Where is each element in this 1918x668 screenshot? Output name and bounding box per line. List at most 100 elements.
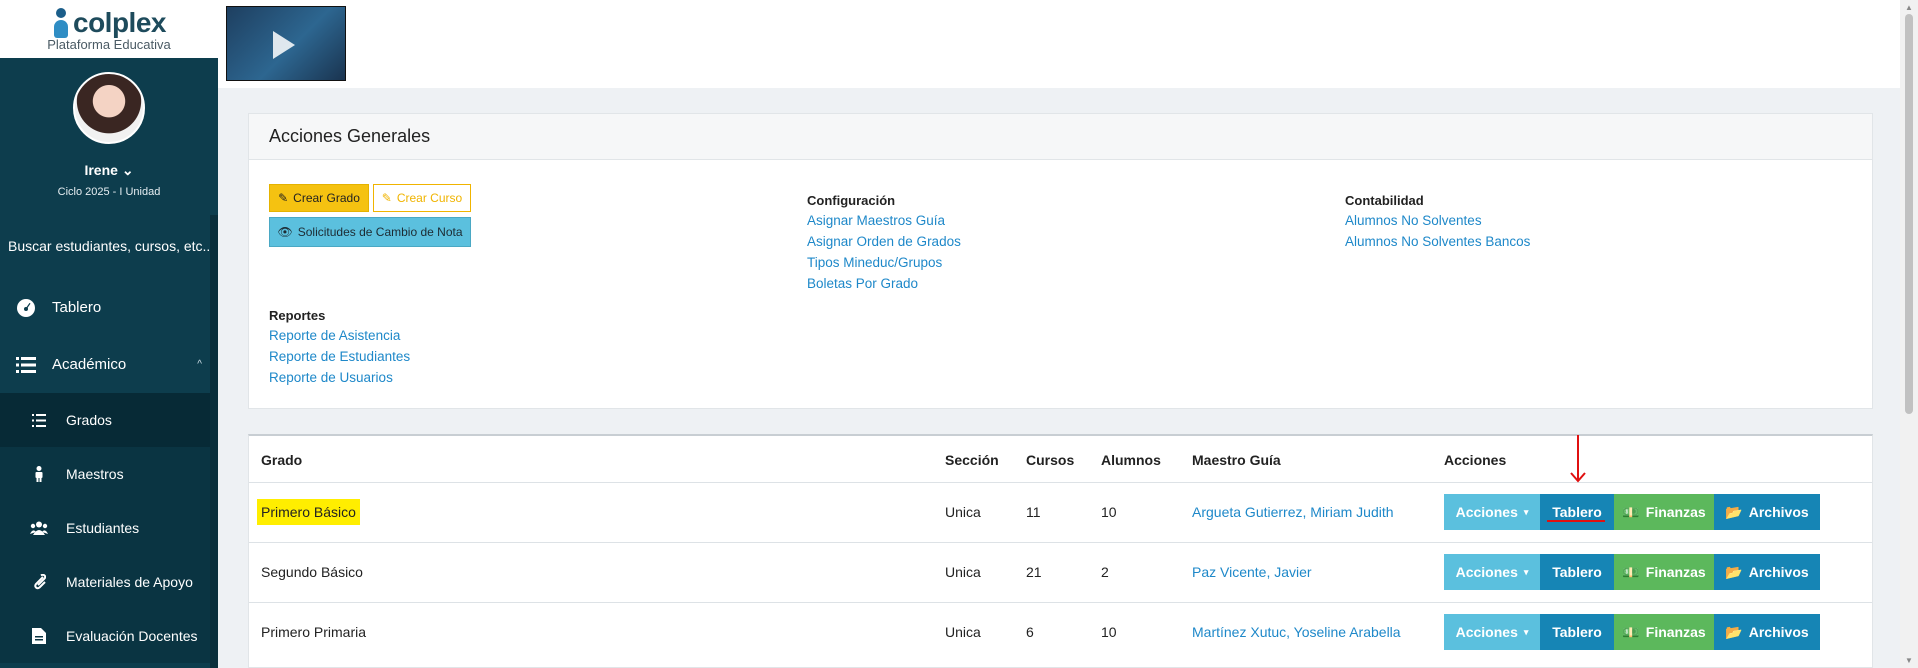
table-row: Primero Primaria Unica 6 10 Martínez Xut… [249, 602, 1872, 662]
tablero-button[interactable]: Tablero [1540, 614, 1614, 650]
archivos-button[interactable]: 📂 Archivos [1714, 554, 1820, 590]
sidebar-item-academico[interactable]: Académico ^ [0, 336, 218, 393]
sidebar-search[interactable]: Buscar estudiantes, cursos, etc... [0, 213, 218, 279]
sidebar-item-label: Académico [52, 356, 127, 373]
money-icon: 💵 [1622, 563, 1640, 580]
sidebar-subitem-label: Estudiantes [66, 520, 140, 536]
scroll-down-icon[interactable]: ▼ [1905, 656, 1913, 665]
dashboard-icon [14, 296, 38, 320]
scrollbar-thumb[interactable] [1905, 14, 1913, 414]
cell-seccion: Unica [945, 624, 981, 640]
button-label: Crear Grado [293, 191, 360, 205]
button-label: Tablero [1552, 504, 1602, 520]
colplex-logo-icon [52, 7, 70, 38]
grades-table: Grado Sección Cursos Alumnos Maestro Guí… [248, 434, 1873, 668]
link-boletas[interactable]: Boletas Por Grado [807, 276, 918, 291]
user-profile: Irene ⌄ Ciclo 2025 - I Unidad [0, 58, 218, 213]
cell-seccion: Unica [945, 564, 981, 580]
annotation-underline [1547, 520, 1605, 522]
reportes-title: Reportes [269, 308, 326, 323]
sidebar-subitem-materiales[interactable]: Materiales de Apoyo [0, 555, 218, 609]
button-label: Archivos [1748, 504, 1809, 520]
tablero-button[interactable]: Tablero [1540, 554, 1614, 590]
header-acciones: Acciones [1444, 452, 1507, 468]
cell-cursos: 21 [1026, 564, 1042, 580]
link-no-solventes[interactable]: Alumnos No Solventes [1345, 213, 1482, 228]
finanzas-button[interactable]: 💵 Finanzas [1614, 554, 1714, 590]
cell-cursos: 6 [1026, 624, 1034, 640]
button-label: Acciones [1455, 504, 1518, 520]
link-reporte-estudiantes[interactable]: Reporte de Estudiantes [269, 349, 410, 364]
folder-open-icon: 📂 [1725, 503, 1743, 520]
scroll-up-icon[interactable]: ▲ [1905, 3, 1913, 12]
user-menu-toggle[interactable]: Irene ⌄ [84, 162, 133, 179]
cell-grado: Segundo Básico [261, 564, 363, 580]
brand-logo[interactable]: colplex Plataforma Educativa [0, 0, 218, 58]
caret-down-icon: ▾ [1523, 506, 1529, 517]
header-seccion: Sección [945, 452, 999, 468]
video-thumbnail[interactable] [226, 6, 346, 81]
button-label: Finanzas [1645, 624, 1706, 640]
header-grado: Grado [261, 452, 303, 468]
chevron-down-icon: ⌄ [121, 162, 134, 178]
table-row: Primero Básico Unica 11 10 Argueta Gutie… [249, 482, 1872, 542]
link-no-solventes-bancos[interactable]: Alumnos No Solventes Bancos [1345, 234, 1530, 249]
link-asignar-maestros[interactable]: Asignar Maestros Guía [807, 213, 945, 228]
cell-maestro-link[interactable]: Paz Vicente, Javier [1192, 564, 1312, 580]
button-label: Crear Curso [396, 191, 463, 205]
edit-icon: ✎ [278, 191, 289, 205]
folder-open-icon: 📂 [1725, 623, 1743, 640]
folder-open-icon: 📂 [1725, 563, 1743, 580]
play-icon [273, 31, 295, 59]
sidebar-subitem-label: Evaluación Docentes [66, 628, 198, 644]
users-icon [30, 521, 48, 535]
money-icon: 💵 [1622, 623, 1640, 640]
finanzas-button[interactable]: 💵 Finanzas [1614, 494, 1714, 530]
sidebar-subitem-estudiantes[interactable]: Estudiantes [0, 501, 218, 555]
button-label: Archivos [1748, 624, 1809, 640]
paperclip-icon [30, 574, 48, 590]
cell-maestro-link[interactable]: Argueta Gutierrez, Miriam Judith [1192, 504, 1394, 520]
button-label: Finanzas [1645, 504, 1706, 520]
cell-maestro-link[interactable]: Martínez Xutuc, Yoseline Arabella [1192, 624, 1401, 640]
link-asignar-orden[interactable]: Asignar Orden de Grados [807, 234, 961, 249]
header-cursos: Cursos [1026, 452, 1075, 468]
general-actions-panel: Acciones Generales ✎ Crear Grado ✎ Crear… [248, 113, 1873, 409]
crear-grado-button[interactable]: ✎ Crear Grado [269, 184, 369, 212]
avatar[interactable] [73, 72, 145, 144]
sidebar: colplex Plataforma Educativa Irene ⌄ Cic… [0, 0, 218, 668]
edit-icon: ✎ [381, 191, 392, 205]
cell-alumnos: 10 [1101, 624, 1117, 640]
chevron-up-icon: ^ [197, 359, 202, 370]
sidebar-subitem-evaluacion[interactable]: Evaluación Docentes [0, 609, 218, 663]
sidebar-subitem-label: Maestros [66, 466, 124, 482]
sidebar-scrollbar[interactable] [210, 215, 218, 668]
highlighted-grado: Primero Básico [257, 499, 360, 525]
link-reporte-asistencia[interactable]: Reporte de Asistencia [269, 328, 400, 343]
sidebar-subitem-grados[interactable]: Grados [0, 393, 218, 447]
tablero-button[interactable]: Tablero [1540, 494, 1614, 530]
list-icon [14, 353, 38, 377]
panel-title: Acciones Generales [249, 114, 1872, 160]
archivos-button[interactable]: 📂 Archivos [1714, 494, 1820, 530]
page-scrollbar[interactable]: ▲ ▼ [1900, 0, 1918, 668]
button-label: Tablero [1552, 624, 1602, 640]
archivos-button[interactable]: 📂 Archivos [1714, 614, 1820, 650]
crear-curso-button[interactable]: ✎ Crear Curso [373, 184, 471, 212]
button-label: Archivos [1748, 564, 1809, 580]
configuracion-title: Configuración [807, 193, 896, 208]
cell-alumnos: 10 [1101, 504, 1117, 520]
sidebar-subitem-maestros[interactable]: Maestros [0, 447, 218, 501]
header-maestro: Maestro Guía [1192, 452, 1281, 468]
acciones-dropdown-button[interactable]: Acciones ▾ [1444, 494, 1540, 530]
finanzas-button[interactable]: 💵 Finanzas [1614, 614, 1714, 650]
cell-alumnos: 2 [1101, 564, 1109, 580]
link-reporte-usuarios[interactable]: Reporte de Usuarios [269, 370, 393, 385]
link-tipos-mineduc[interactable]: Tipos Mineduc/Grupos [807, 255, 942, 270]
solicitudes-button[interactable]: 👁 Solicitudes de Cambio de Nota [269, 217, 471, 247]
acciones-dropdown-button[interactable]: Acciones ▾ [1444, 614, 1540, 650]
sidebar-item-tablero[interactable]: Tablero [0, 279, 218, 336]
button-label: Tablero [1552, 564, 1602, 580]
acciones-dropdown-button[interactable]: Acciones ▾ [1444, 554, 1540, 590]
user-name: Irene [84, 162, 118, 178]
